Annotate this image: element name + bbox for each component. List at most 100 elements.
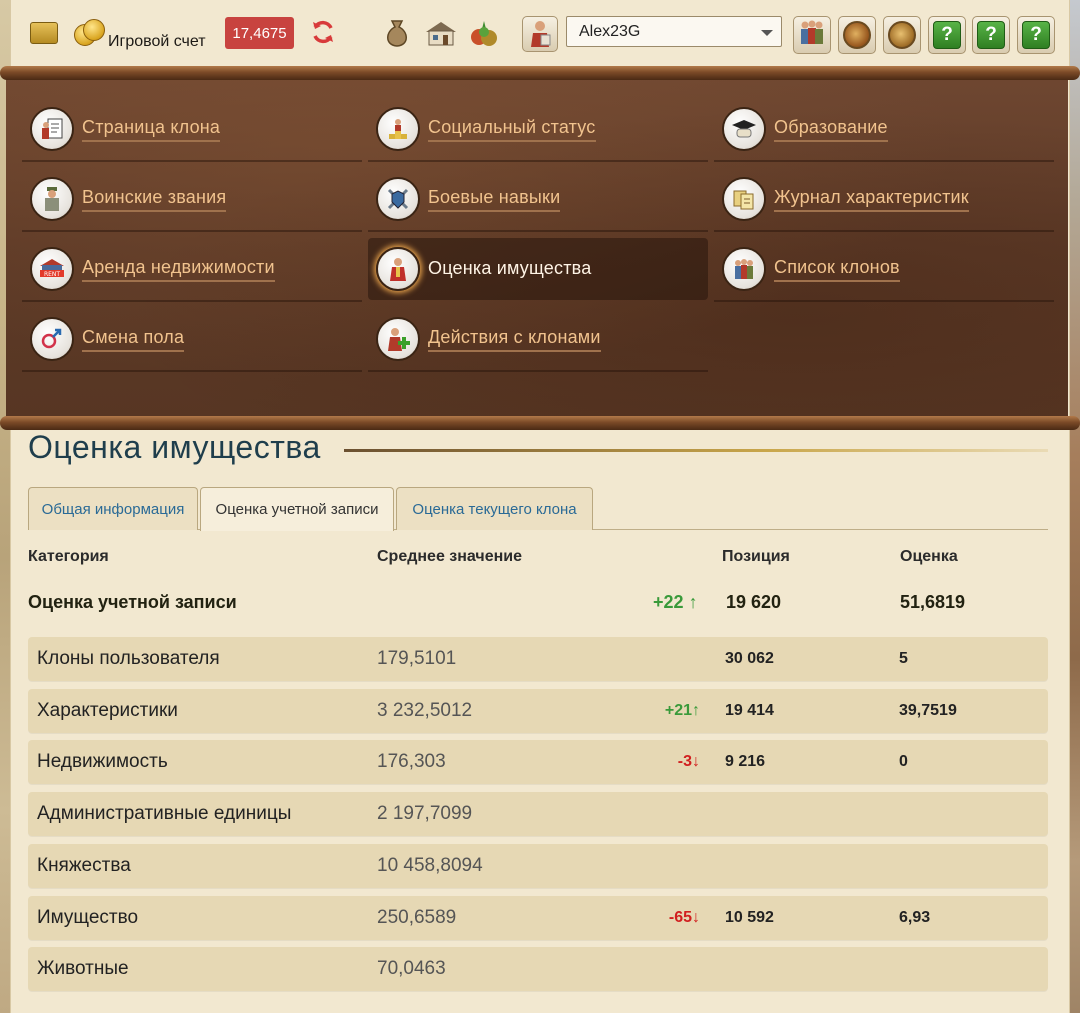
column-header-score: Оценка xyxy=(900,548,958,565)
row-category: Недвижимость xyxy=(37,751,168,772)
menu-link-label[interactable]: Оценка имущества xyxy=(428,258,591,281)
help-button-1[interactable]: ? xyxy=(928,16,966,54)
row-category: Княжества xyxy=(37,855,131,876)
education-icon xyxy=(722,107,766,151)
clone-page-icon xyxy=(30,107,74,151)
tab-general-info[interactable]: Общая информация xyxy=(28,487,198,530)
menu-link-label[interactable]: Журнал характеристик xyxy=(774,187,969,212)
menu-item-social-status[interactable]: Социальный статус xyxy=(368,98,708,162)
svg-text:RENT: RENT xyxy=(44,271,60,278)
column-header-position: Позиция xyxy=(722,548,790,565)
summary-position: 19 620 xyxy=(726,592,782,612)
clone-menu-board: Страница клона Социальный статус Образов… xyxy=(0,66,1080,430)
table-row: Недвижимость 176,303 -3 ↓ 9 216 0 xyxy=(28,740,1048,784)
row-score: 39,7519 xyxy=(899,702,957,719)
menu-item-rent[interactable]: RENT Аренда недвижимости xyxy=(22,238,362,302)
row-position: 19 414 xyxy=(725,702,774,719)
row-delta-value: +21 xyxy=(664,702,692,719)
page-title: Оценка имущества xyxy=(28,429,321,465)
menu-link-label[interactable]: Боевые навыки xyxy=(428,187,561,212)
clone-list-icon xyxy=(722,247,766,291)
row-category: Имущество xyxy=(37,907,139,928)
plate-icon xyxy=(843,21,871,49)
menu-link-label[interactable]: Смена пола xyxy=(82,327,185,352)
tab-account-valuation[interactable]: Оценка учетной записи xyxy=(200,487,394,531)
meal-button[interactable] xyxy=(883,16,921,54)
people-group-icon xyxy=(797,17,827,53)
menu-item-combat-skills[interactable]: Боевые навыки xyxy=(368,168,708,232)
goods-icon[interactable] xyxy=(467,16,501,50)
row-delta: -3 ↓ xyxy=(678,740,700,784)
table-row: Княжества 10 458,8094 xyxy=(28,844,1048,888)
row-average: 250,6589 xyxy=(377,907,457,928)
clans-button[interactable] xyxy=(793,16,831,54)
row-position: 30 062 xyxy=(725,650,774,667)
food-plate-button[interactable] xyxy=(838,16,876,54)
menu-link-label[interactable]: Образование xyxy=(774,117,888,142)
house-icon[interactable] xyxy=(424,16,458,50)
row-position: 10 592 xyxy=(725,909,774,926)
clone-select[interactable]: Alex23G xyxy=(566,16,782,47)
refresh-icon[interactable] xyxy=(309,17,337,47)
table-row: Административные единицы 2 197,7099 xyxy=(28,792,1048,836)
row-average: 176,303 xyxy=(377,751,446,772)
summary-name: Оценка учетной записи xyxy=(28,592,237,612)
wallet-icon[interactable] xyxy=(30,22,58,44)
menu-item-property-valuation[interactable]: Оценка имущества xyxy=(368,238,708,300)
arrow-up-icon: ↑ xyxy=(692,702,700,719)
row-average: 3 232,5012 xyxy=(377,700,473,721)
rent-icon: RENT xyxy=(30,247,74,291)
table-row: Клоны пользователя 179,5101 30 062 5 xyxy=(28,637,1048,681)
clone-actions-icon xyxy=(376,317,420,361)
board-top-rail xyxy=(0,66,1080,80)
row-average: 179,5101 xyxy=(377,648,457,669)
title-divider xyxy=(344,449,1048,452)
row-delta-value: -3 xyxy=(677,753,692,770)
summary-delta-value: +22 xyxy=(653,592,684,612)
menu-item-clone-actions[interactable]: Действия с клонами xyxy=(368,308,708,372)
clone-avatar-icon[interactable] xyxy=(522,16,558,52)
menu-link-label[interactable]: Аренда недвижимости xyxy=(82,257,275,282)
house-shape xyxy=(426,22,456,46)
row-score: 6,93 xyxy=(899,909,931,926)
money-bag-shape xyxy=(387,20,407,47)
help-button-2[interactable]: ? xyxy=(972,16,1010,54)
question-icon: ? xyxy=(933,21,961,49)
column-header-category: Категория xyxy=(28,548,109,565)
menu-item-stats-journal[interactable]: Журнал характеристик xyxy=(714,168,1054,232)
menu-item-clone-list[interactable]: Список клонов xyxy=(714,238,1054,302)
row-average: 10 458,8094 xyxy=(377,855,483,876)
gender-change-icon xyxy=(30,317,74,361)
row-average: 2 197,7099 xyxy=(377,803,473,824)
column-header-average: Среднее значение xyxy=(377,548,522,565)
row-category: Животные xyxy=(37,958,129,979)
question-icon: ? xyxy=(977,21,1005,49)
menu-link-label[interactable]: Воинские звания xyxy=(82,187,227,212)
menu-item-clone-page[interactable]: Страница клона xyxy=(22,98,362,162)
tab-current-clone-valuation[interactable]: Оценка текущего клона xyxy=(396,487,593,530)
arrow-down-icon: ↓ xyxy=(692,753,700,770)
top-toolbar: Игровой счет 17,4675 Alex23G ? ? ? xyxy=(0,0,1080,68)
menu-item-gender-change[interactable]: Смена пола xyxy=(22,308,362,372)
row-category: Административные единицы xyxy=(37,803,292,824)
property-valuation-icon xyxy=(376,247,420,291)
social-status-icon xyxy=(376,107,420,151)
row-category: Характеристики xyxy=(37,700,178,721)
game-account-label: Игровой счет xyxy=(108,33,206,50)
menu-link-label[interactable]: Действия с клонами xyxy=(428,327,601,352)
help-button-3[interactable]: ? xyxy=(1017,16,1055,54)
board-bottom-rail xyxy=(0,416,1080,430)
military-rank-icon xyxy=(30,177,74,221)
refresh-arrows-icon xyxy=(313,20,333,44)
summary-delta: +22 ↑ xyxy=(653,592,698,613)
meal-plate-icon xyxy=(888,21,916,49)
balance-badge[interactable]: 17,4675 xyxy=(225,17,294,49)
menu-item-military-ranks[interactable]: Воинские звания xyxy=(22,168,362,232)
money-bag-icon[interactable] xyxy=(380,16,414,50)
arrow-up-icon: ↑ xyxy=(688,592,698,612)
menu-link-label[interactable]: Социальный статус xyxy=(428,117,596,142)
menu-item-education[interactable]: Образование xyxy=(714,98,1054,162)
menu-link-label[interactable]: Список клонов xyxy=(774,257,900,282)
menu-link-label[interactable]: Страница клона xyxy=(82,117,221,142)
row-score: 0 xyxy=(899,753,908,770)
